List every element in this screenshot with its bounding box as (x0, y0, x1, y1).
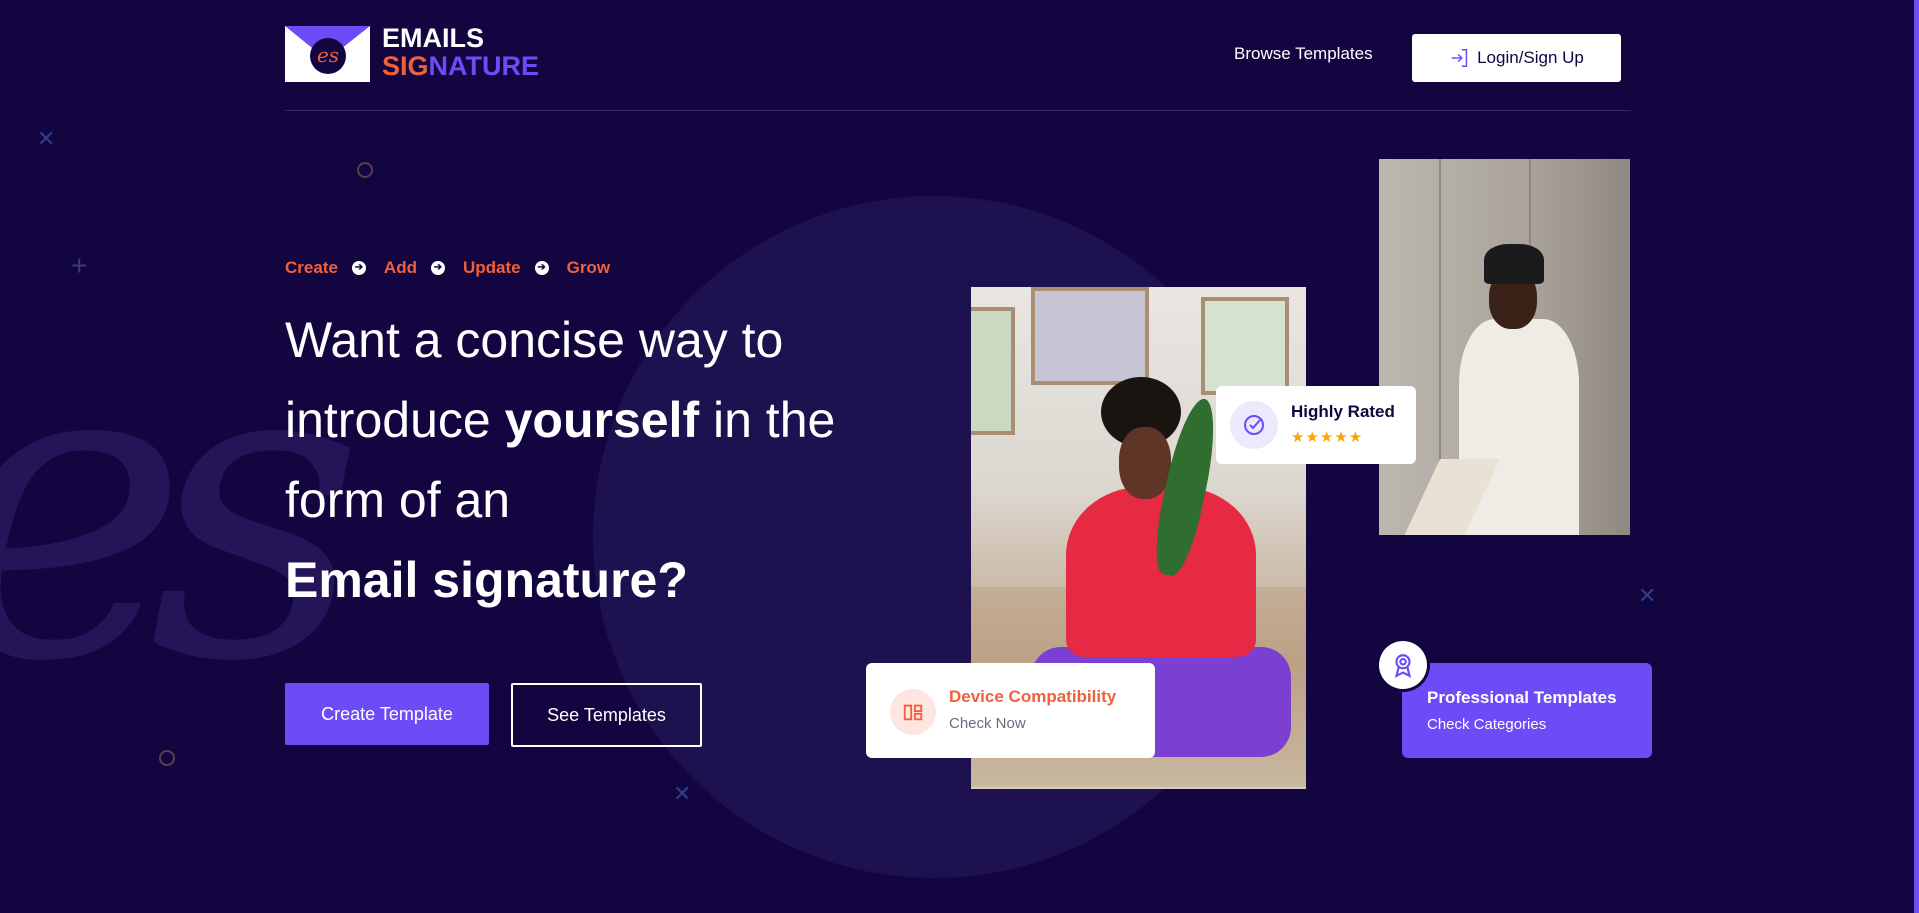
see-templates-button[interactable]: See Templates (511, 683, 702, 747)
headline-text: in the (699, 392, 836, 448)
decorative-x-icon: ✕ (673, 781, 692, 806)
step-update: Update (462, 258, 521, 277)
award-ribbon-icon (1379, 641, 1427, 689)
login-signup-button[interactable]: Login/Sign Up (1412, 34, 1621, 82)
arrow-right-icon: ➔ (430, 261, 445, 275)
background-script-watermark: es (0, 265, 364, 754)
arrow-right-icon: ➔ (351, 261, 366, 275)
headline-emphasis: Email signature? (285, 552, 688, 608)
photo-detail (1617, 159, 1619, 535)
man-photo (1379, 159, 1630, 535)
photo-detail (1031, 287, 1149, 385)
decorative-plus-icon: + (71, 250, 88, 281)
arrow-right-icon: ➔ (534, 261, 549, 275)
device-compatibility-title: Device Compatibility (949, 687, 1117, 706)
device-compatibility-card[interactable]: Device Compatibility Check Now (866, 663, 1155, 758)
check-categories-link[interactable]: Check Categories (1427, 716, 1546, 733)
logo-monogram: es (310, 38, 346, 74)
highly-rated-card: Highly Rated ★★★★★ (1216, 386, 1416, 464)
headline-line-4: Email signature? (285, 540, 835, 620)
headline-line-1: Want a concise way to (285, 312, 784, 368)
photo-detail (1119, 427, 1171, 499)
login-door-icon (1451, 49, 1468, 67)
decorative-ring-icon (357, 162, 373, 178)
create-template-button[interactable]: Create Template (285, 683, 489, 745)
logo-icon[interactable]: es (285, 26, 370, 82)
logo-nature: NATURE (428, 51, 540, 81)
steps-row: Create ➔ Add ➔ Update ➔ Grow (285, 258, 610, 278)
photo-detail (1201, 297, 1289, 395)
highly-rated-title: Highly Rated (1291, 402, 1395, 421)
step-create: Create (285, 258, 338, 277)
logo-wordmark[interactable]: EMAILS SIGNATURE (382, 24, 539, 80)
check-now-link[interactable]: Check Now (949, 715, 1026, 732)
hero-headline: Want a concise way to introduce yourself… (285, 300, 835, 620)
check-badge-icon (1230, 401, 1278, 449)
layout-icon (890, 689, 936, 735)
headline-text: introduce (285, 392, 505, 448)
login-signup-label: Login/Sign Up (1477, 48, 1584, 67)
decorative-x-icon: ✕ (37, 126, 56, 151)
header-divider (285, 110, 1631, 111)
photo-detail (971, 307, 1015, 435)
right-edge-bar (1914, 0, 1919, 913)
browse-templates-link[interactable]: Browse Templates (1234, 44, 1373, 64)
professional-templates-title: Professional Templates (1427, 688, 1617, 707)
step-grow: Grow (566, 258, 611, 277)
step-add: Add (383, 258, 417, 277)
headline-line-2: introduce yourself in the (285, 380, 835, 460)
photo-detail (1484, 244, 1544, 284)
headline-line-3: form of an (285, 472, 511, 528)
decorative-x-icon: ✕ (1638, 583, 1657, 608)
headline-emphasis: yourself (504, 392, 700, 448)
decorative-ring-icon (159, 750, 175, 766)
professional-templates-card[interactable]: Professional Templates Check Categories (1402, 663, 1652, 758)
logo-line-emails: EMAILS (382, 23, 485, 53)
logo-sig: SIG (382, 51, 429, 81)
star-rating-icon: ★★★★★ (1291, 429, 1364, 446)
site-header: es EMAILS SIGNATURE Browse Templates Log… (285, 24, 1631, 110)
